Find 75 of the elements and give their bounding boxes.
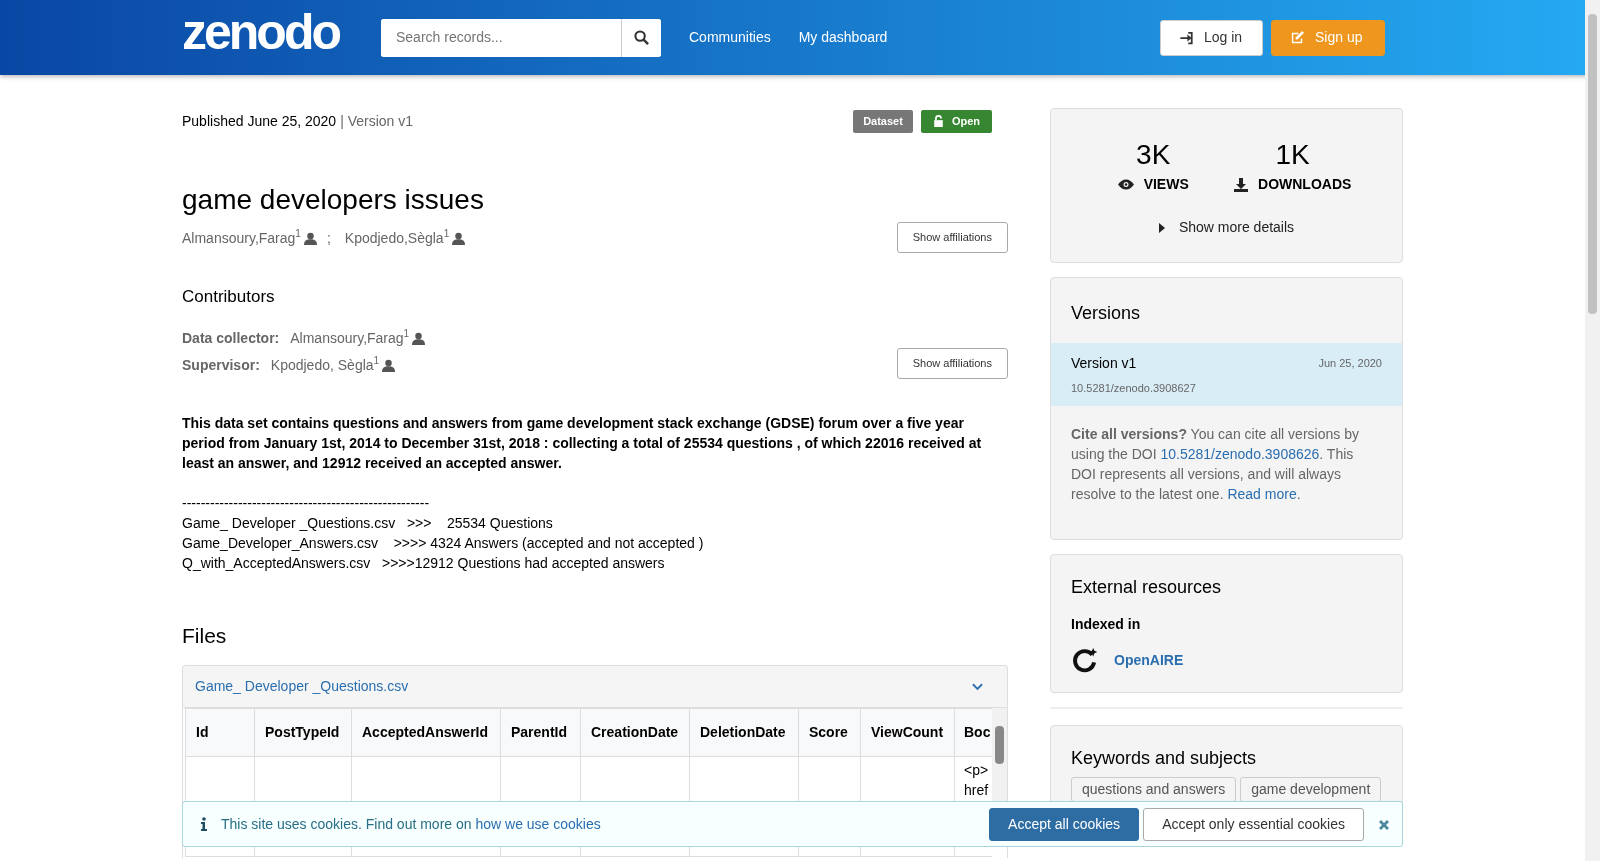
record-title: game developers issues [182, 182, 485, 217]
affiliations-button[interactable]: Show affiliations [896, 348, 1008, 379]
eye-icon [1117, 179, 1134, 190]
table-cell-text: <p> [964, 761, 990, 781]
column-header: ViewCount [860, 708, 955, 757]
column-header: AcceptedAnswerId [351, 708, 501, 757]
file-panel-header[interactable]: Game_ Developer _Questions.csv [182, 665, 1008, 709]
creator-name[interactable]: Almansoury,Farag$^{1}$ [182, 228, 301, 250]
column-header: Boc [954, 708, 992, 757]
version-doi: 10.5281/zenodo.3908627 [1071, 380, 1197, 396]
nav-link[interactable]: Communities [689, 27, 771, 48]
logo[interactable]: zenodo [182, 6, 339, 57]
separator-line: ----------------------------------------------------- [182, 494, 431, 513]
contributor-name[interactable]: Kpodjedo, Sègla$^{1}$ [270, 355, 380, 376]
file-link[interactable]: Game_ Developer _Questions.csv [195, 676, 409, 698]
published-date: Published June 25, 2020 [182, 111, 337, 131]
edit-icon [1290, 30, 1305, 45]
role-label: Data collector: [182, 329, 280, 348]
files-heading: Files [182, 623, 228, 649]
unlock-icon [932, 115, 944, 128]
doi-link[interactable]: Read more [1227, 486, 1297, 503]
search-icon [634, 30, 649, 45]
person-icon [303, 232, 317, 246]
column-header: CreationDate [580, 708, 690, 757]
version-item[interactable]: Version v1 Jun 25, 2020 10.5281/zenodo.3908627 [1051, 342, 1402, 407]
stat-value: 1K [1275, 141, 1310, 169]
version-title: Version v1 [1071, 353, 1137, 373]
affiliations-button[interactable]: Show affiliations [896, 222, 1008, 253]
file-line: Q_with_AcceptedAnswers.csv >>>>12912 Questions had accepted answers [182, 554, 666, 573]
column-header: PostTypeId [254, 708, 352, 757]
file-line: Game_Developer_Answers.csv >>>> 4324 Answers (accepted and not accepted ) [182, 534, 705, 553]
search-field[interactable]: Search records... [381, 18, 661, 57]
table-cell-text: href [964, 781, 990, 801]
file-line: Game_ Developer _Questions.csv >>> 25534 Questions [182, 514, 554, 533]
stat-value: 3K [1136, 141, 1171, 169]
cite-text: Cite all versions? You can cite all versions by using the DOI 10.5281/zenodo.3908626. This DOI represents all versions, and will always resolve to the latest one. Read more. [1070, 425, 1360, 505]
contributor-name[interactable]: Almansoury,Farag$^{1}$ [290, 328, 410, 349]
card-heading: External resources [1071, 577, 1223, 599]
person-icon [452, 232, 466, 246]
index-link[interactable]: OpenAIRE [1114, 649, 1184, 671]
type-badge: Dataset [853, 110, 913, 133]
version-label: | Version v1 [340, 111, 414, 131]
role-label: Supervisor: [182, 356, 260, 375]
cookie-link[interactable]: how we use cookies [475, 815, 601, 832]
indexed-label: Indexed in [1071, 614, 1142, 634]
cookie-text: This site uses cookies. Find out more on how we use cookies [221, 814, 601, 834]
download-icon [1234, 177, 1248, 192]
login-icon [1179, 30, 1194, 45]
info-icon [201, 817, 207, 831]
creator-name[interactable]: Kpodjedo,Sègla$^{1}$ [344, 228, 450, 250]
access-badge: Open [920, 110, 992, 133]
nav-link[interactable]: My dashboard [798, 27, 888, 48]
stat-label: VIEWS [1143, 175, 1189, 194]
accept-all-button[interactable]: Accept all cookies [989, 807, 1140, 841]
description-text: This data set contains questions and answers from game development stack exchange (GDSE) forum over a five year period from January 1st, 2014 to December 31st, 2018 : collecting a total of 25534 questions , of which 22016 received at least an answer, and 12912 received an accepted answer. [182, 414, 983, 473]
column-header: DeletionDate [689, 708, 799, 757]
card-heading: Keywords and subjects [1071, 747, 1258, 770]
person-icon [412, 332, 426, 345]
essential-cookies-button[interactable]: Accept only essential cookies [1143, 807, 1364, 841]
scrollbar[interactable] [992, 708, 1007, 802]
details-toggle[interactable]: Show more details [1158, 217, 1295, 238]
separator: ; [326, 229, 331, 249]
version-date: Jun 25, 2020 [1318, 355, 1382, 371]
column-header: Id [185, 708, 255, 757]
stat-label: DOWNLOADS [1258, 175, 1352, 194]
page-scrollbar[interactable] [1585, 0, 1600, 861]
person-icon [382, 359, 396, 372]
close-icon [1378, 818, 1390, 831]
column-header: Score [798, 708, 861, 757]
contributors-heading: Contributors [182, 286, 276, 307]
login-button[interactable]: Log in [1160, 19, 1263, 56]
card-heading: Versions [1070, 302, 1142, 325]
search-button[interactable] [621, 18, 661, 57]
ring-icon [1071, 646, 1098, 674]
column-header: ParentId [500, 708, 581, 757]
